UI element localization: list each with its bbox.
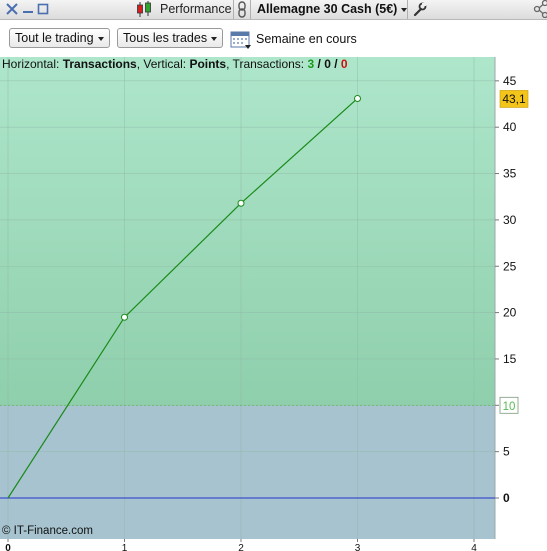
vertical-value: Points — [189, 57, 227, 71]
minimize-icon[interactable] — [21, 2, 35, 16]
trades-dropdown-label: Tous les trades — [123, 31, 208, 45]
data-point — [354, 94, 361, 102]
horizontal-value: Transactions — [62, 57, 137, 71]
count-separator: / — [330, 57, 341, 71]
x-tick-label: 0 — [5, 543, 11, 551]
chart-info-line: Horizontal: Transactions, Vertical: Poin… — [2, 57, 348, 71]
calendar-icon[interactable] — [230, 29, 252, 55]
tab-separator — [407, 0, 408, 19]
share-icon[interactable] — [532, 0, 547, 21]
wrench-icon[interactable] — [412, 2, 427, 20]
trades-dropdown[interactable]: Tous les trades — [117, 28, 224, 48]
positive-zone — [0, 57, 495, 406]
candlestick-icon — [136, 1, 154, 21]
target-badge-label: 10 — [503, 401, 516, 413]
y-tick-label: 35 — [503, 167, 517, 181]
instrument-name: Allemagne 30 Cash (5€) — [257, 2, 398, 16]
y-tick-label: 45 — [503, 74, 517, 88]
performance-tab[interactable]: Performance — [160, 2, 232, 16]
horizontal-label: Horizontal: — [2, 57, 60, 71]
watermark: © IT-Finance.com — [2, 525, 93, 537]
x-axis-ticks: 0 1 2 3 4 — [5, 539, 477, 551]
window-titlebar: Performance Allemagne 30 Cash (5€) — [0, 0, 547, 20]
vertical-label: , Vertical: — [136, 57, 187, 71]
x-tick-label: 3 — [355, 543, 361, 551]
chevron-down-icon — [97, 36, 104, 41]
toolbar: Tout le trading Tous les trades Semaine … — [0, 20, 547, 57]
y-tick-label: 40 — [503, 120, 517, 134]
transactions-label: , Transactions: — [226, 57, 305, 71]
data-point — [121, 313, 128, 321]
y-axis-ticks: 0 5 15 20 25 30 35 40 45 — [495, 74, 517, 505]
negative-zone — [0, 405, 495, 539]
x-tick-label: 2 — [238, 543, 244, 551]
link-icon[interactable] — [236, 1, 248, 21]
last-value-label: 43,1 — [502, 92, 526, 106]
y-tick-label: 0 — [503, 491, 510, 505]
chevron-down-icon — [211, 36, 218, 41]
y-tick-label: 15 — [503, 352, 517, 366]
equity-chart: 0 5 15 20 25 30 35 40 45 0 1 2 3 4 43,1 10 — [0, 57, 529, 551]
scope-dropdown-label: Tout le trading — [15, 31, 94, 45]
count-separator: / — [314, 57, 325, 71]
count-lost: 0 — [340, 57, 348, 71]
y-tick-label: 25 — [503, 259, 517, 273]
tab-separator — [233, 0, 234, 19]
close-icon[interactable] — [5, 2, 19, 16]
y-tick-label: 5 — [503, 445, 510, 459]
tab-separator — [250, 0, 251, 19]
period-label[interactable]: Semaine en cours — [256, 32, 357, 46]
scope-dropdown[interactable]: Tout le trading — [9, 28, 110, 48]
x-tick-label: 4 — [471, 543, 477, 551]
y-tick-label: 30 — [503, 213, 517, 227]
y-tick-label: 20 — [503, 306, 517, 320]
instrument-selector[interactable]: Allemagne 30 Cash (5€) — [257, 2, 408, 16]
maximize-icon[interactable] — [36, 2, 50, 16]
data-point — [237, 199, 245, 207]
count-neutral: 0 — [324, 57, 331, 71]
x-tick-label: 1 — [122, 543, 128, 551]
